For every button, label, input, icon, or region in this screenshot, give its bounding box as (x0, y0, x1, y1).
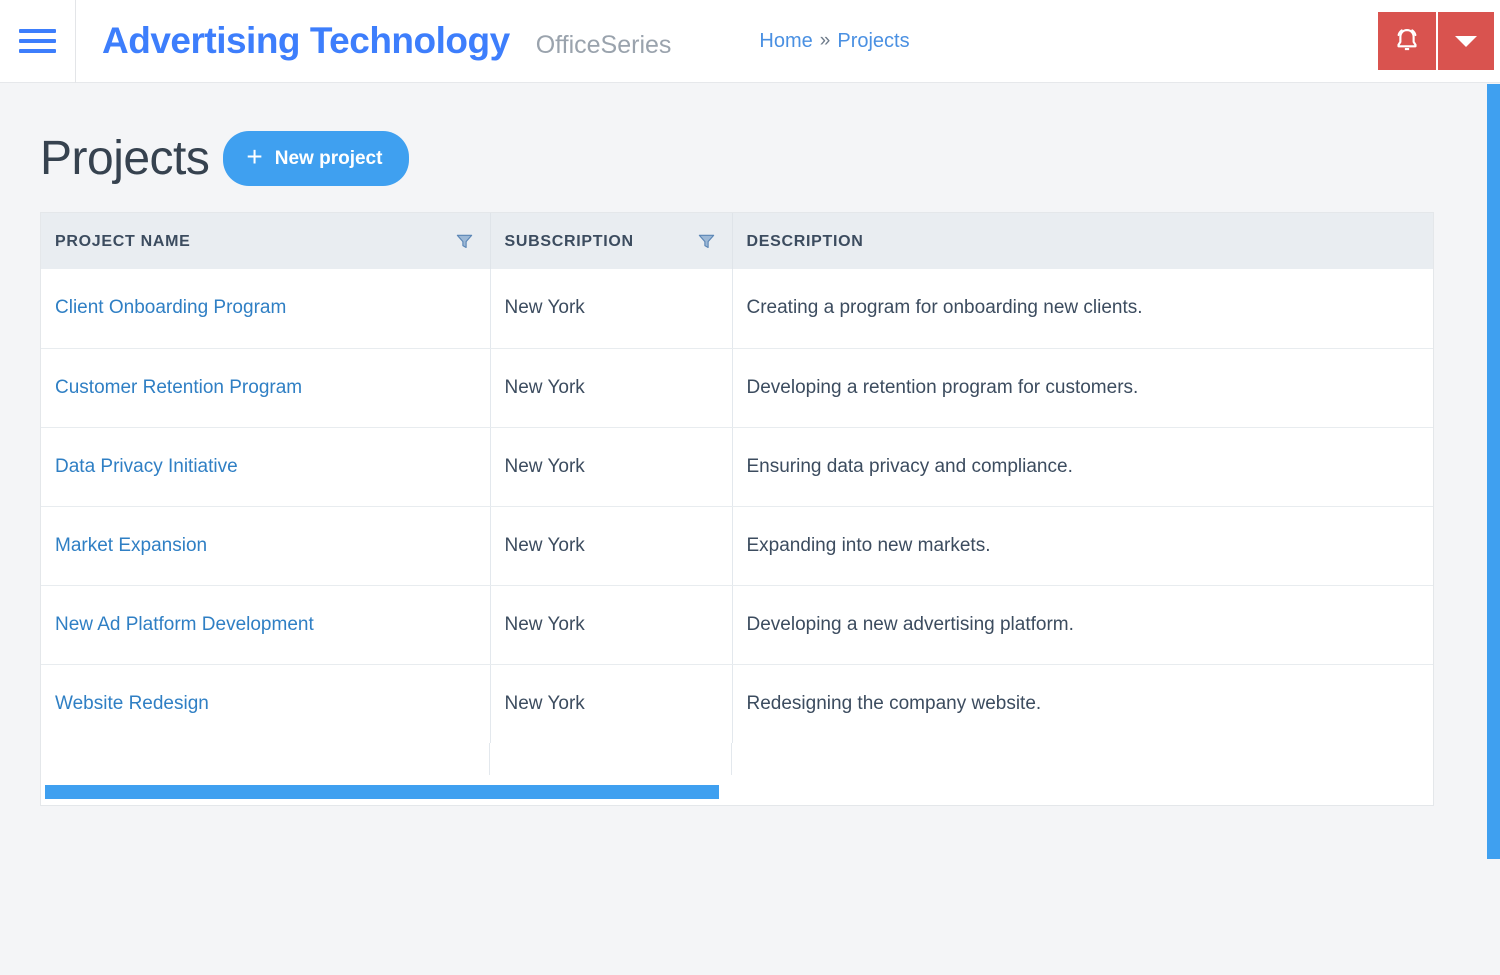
column-header-label: PROJECT NAME (55, 233, 191, 251)
cell-description: Expanding into new markets. (732, 506, 1433, 585)
bell-icon (1392, 26, 1422, 56)
table-row[interactable]: Market Expansion New York Expanding into… (41, 506, 1433, 585)
projects-table: PROJECT NAME SUBSCRIPTION (41, 213, 1433, 743)
cell-description: Creating a program for onboarding new cl… (732, 269, 1433, 348)
project-link[interactable]: Website Redesign (55, 693, 209, 714)
project-link[interactable]: Market Expansion (55, 535, 207, 556)
topbar-dropdown-button[interactable] (1438, 12, 1494, 70)
table-header: PROJECT NAME SUBSCRIPTION (41, 213, 1433, 269)
project-link[interactable]: Client Onboarding Program (55, 297, 286, 318)
page-vertical-scrollbar-thumb[interactable] (1487, 84, 1500, 859)
page-content: Projects + New project PROJECT NAME (0, 83, 1500, 806)
cell-subscription: New York (490, 348, 732, 427)
project-link[interactable]: New Ad Platform Development (55, 614, 314, 635)
cell-subscription: New York (490, 506, 732, 585)
table-row[interactable]: New Ad Platform Development New York Dev… (41, 585, 1433, 664)
table-row[interactable]: Customer Retention Program New York Deve… (41, 348, 1433, 427)
cell-description: Developing a new advertising platform. (732, 585, 1433, 664)
breadcrumb-home[interactable]: Home (759, 30, 812, 53)
table-row[interactable]: Data Privacy Initiative New York Ensurin… (41, 427, 1433, 506)
hamburger-line (19, 29, 56, 33)
column-divider (489, 743, 490, 775)
new-project-label: New project (275, 149, 383, 168)
chevron-down-icon (1455, 36, 1477, 47)
column-header-label: DESCRIPTION (747, 233, 864, 251)
brand-subtitle: OfficeSeries (536, 31, 672, 60)
cell-subscription: New York (490, 427, 732, 506)
page-vertical-scrollbar-track[interactable] (1484, 84, 1500, 975)
cell-project-name: Data Privacy Initiative (41, 427, 490, 506)
cell-project-name: New Ad Platform Development (41, 585, 490, 664)
cell-project-name: Market Expansion (41, 506, 490, 585)
project-link[interactable]: Data Privacy Initiative (55, 456, 238, 477)
hamburger-icon[interactable] (0, 0, 76, 83)
cell-description: Developing a retention program for custo… (732, 348, 1433, 427)
plus-icon: + (246, 143, 262, 171)
table-header-row: PROJECT NAME SUBSCRIPTION (41, 213, 1433, 269)
brand-title: Advertising Technology (102, 20, 510, 62)
cell-project-name: Client Onboarding Program (41, 269, 490, 348)
column-header-description[interactable]: DESCRIPTION (732, 213, 1433, 269)
table-footer-space (41, 743, 1433, 805)
top-bar: Advertising Technology OfficeSeries Home… (0, 0, 1500, 83)
alarm-button[interactable] (1378, 12, 1438, 70)
column-header-project-name[interactable]: PROJECT NAME (41, 213, 490, 269)
cell-description: Redesigning the company website. (732, 664, 1433, 743)
breadcrumb-separator: » (820, 30, 831, 52)
top-bar-actions (1378, 12, 1494, 70)
hamburger-line (19, 49, 56, 53)
column-header-subscription[interactable]: SUBSCRIPTION (490, 213, 732, 269)
table-body: Client Onboarding Program New York Creat… (41, 269, 1433, 743)
filter-icon[interactable] (697, 232, 716, 251)
column-header-label: SUBSCRIPTION (505, 233, 634, 251)
page-title: Projects (40, 131, 209, 186)
table-row[interactable]: Client Onboarding Program New York Creat… (41, 269, 1433, 348)
horizontal-scrollbar-track[interactable] (45, 785, 1429, 799)
cell-project-name: Website Redesign (41, 664, 490, 743)
page-header: Projects + New project (40, 83, 1500, 212)
horizontal-scrollbar-thumb[interactable] (45, 785, 719, 799)
new-project-button[interactable]: + New project (223, 131, 409, 186)
hamburger-line (19, 39, 56, 43)
cell-project-name: Customer Retention Program (41, 348, 490, 427)
cell-description: Ensuring data privacy and compliance. (732, 427, 1433, 506)
brand: Advertising Technology OfficeSeries (76, 20, 671, 62)
projects-table-container: PROJECT NAME SUBSCRIPTION (40, 212, 1434, 806)
project-link[interactable]: Customer Retention Program (55, 377, 302, 398)
cell-subscription: New York (490, 664, 732, 743)
cell-subscription: New York (490, 585, 732, 664)
column-divider (731, 743, 732, 775)
filter-icon[interactable] (455, 232, 474, 251)
breadcrumb-current[interactable]: Projects (837, 30, 909, 53)
breadcrumb: Home » Projects (759, 30, 909, 53)
cell-subscription: New York (490, 269, 732, 348)
table-row[interactable]: Website Redesign New York Redesigning th… (41, 664, 1433, 743)
